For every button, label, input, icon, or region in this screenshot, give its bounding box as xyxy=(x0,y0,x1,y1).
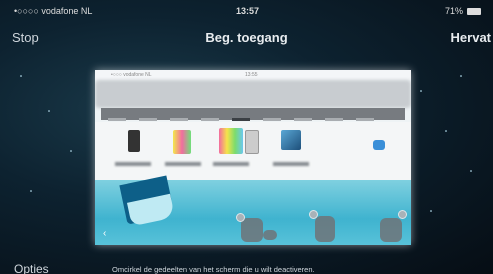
background-star xyxy=(48,110,50,112)
resume-button[interactable]: Hervat xyxy=(451,30,491,45)
nav-item xyxy=(170,118,188,121)
preview-time: 13:55 xyxy=(245,72,258,78)
nav-item xyxy=(139,118,157,121)
nav-item xyxy=(325,118,343,121)
preview-carrier: •○○○ vodafone NL xyxy=(111,72,152,78)
background-star xyxy=(30,190,32,192)
nav-item xyxy=(263,118,281,121)
page-title: Beg. toegang xyxy=(205,30,288,45)
region-handle-circle[interactable] xyxy=(309,210,318,219)
disabled-region[interactable] xyxy=(241,218,263,242)
preview-product-row xyxy=(95,122,411,188)
background-star xyxy=(70,150,72,152)
instruction-text: Omcirkel de gedeelten van het scherm die… xyxy=(112,265,315,274)
apple-logo-icon xyxy=(108,118,126,121)
region-handle-circle[interactable] xyxy=(398,210,407,219)
background-star xyxy=(20,75,22,77)
preview-site-nav xyxy=(101,108,405,121)
product-caption xyxy=(165,162,201,166)
back-arrow-icon: ‹ xyxy=(103,228,107,239)
guided-access-bottom-bar: Opties Omcirkel de gedeelten van het sch… xyxy=(0,254,493,274)
region-handle-circle[interactable] xyxy=(236,213,245,222)
status-bar: •○○○○ vodafone NL 13:57 71% xyxy=(0,0,493,22)
product-thumbnail xyxy=(373,140,385,150)
nav-item xyxy=(201,118,219,121)
battery-icon xyxy=(467,8,481,15)
background-star xyxy=(460,75,462,77)
background-star xyxy=(445,130,447,132)
app-preview[interactable]: •○○○ vodafone NL 13:55 ‹ xyxy=(95,70,411,245)
battery-percentage: 71% xyxy=(444,6,463,16)
background-star xyxy=(470,170,472,172)
guided-access-nav-bar: Stop Beg. toegang Hervat xyxy=(0,22,493,50)
nav-item-active xyxy=(232,118,250,121)
product-thumbnail xyxy=(219,128,243,154)
product-thumbnail xyxy=(245,130,259,154)
preview-status-bar: •○○○ vodafone NL 13:55 xyxy=(95,70,411,80)
guided-access-screen: •○○○○ vodafone NL 13:57 71% Stop Beg. to… xyxy=(0,0,493,274)
disabled-region[interactable] xyxy=(380,218,402,242)
product-caption xyxy=(273,162,309,166)
carrier-label: •○○○○ vodafone NL xyxy=(14,6,93,16)
nav-item xyxy=(294,118,312,121)
product-thumbnail xyxy=(128,130,140,152)
preview-address-bar xyxy=(95,80,411,108)
nav-item xyxy=(356,118,374,121)
disabled-region[interactable] xyxy=(263,230,277,240)
product-thumbnail xyxy=(281,130,301,150)
options-button[interactable]: Opties xyxy=(14,262,49,274)
product-thumbnail xyxy=(173,130,191,154)
disabled-region[interactable] xyxy=(315,216,335,242)
background-star xyxy=(430,210,432,212)
product-caption xyxy=(213,162,249,166)
clock-label: 13:57 xyxy=(236,6,260,16)
product-caption xyxy=(115,162,151,166)
background-star xyxy=(420,90,422,92)
